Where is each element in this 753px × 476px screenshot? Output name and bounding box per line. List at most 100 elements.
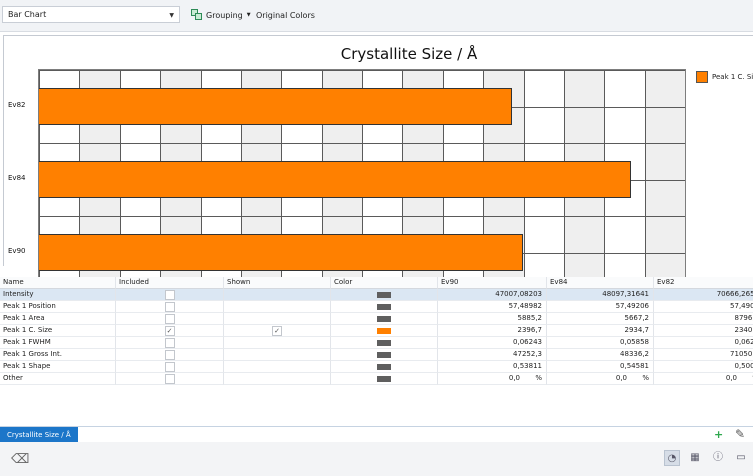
chart-area: Crystallite Size / Å Ev82Ev84Ev90 020040… — [3, 35, 753, 301]
color-swatch[interactable] — [377, 316, 391, 322]
column-header[interactable]: Shown — [224, 277, 331, 289]
color-swatch[interactable] — [377, 364, 391, 370]
included-checkbox[interactable] — [164, 302, 175, 312]
shown-cell — [224, 337, 331, 349]
color-swatch[interactable] — [377, 328, 391, 334]
table-row[interactable]: Peak 1 Area 5885,25667,28796,4 — [0, 313, 753, 325]
bar-ev90[interactable] — [39, 234, 523, 271]
table-row[interactable]: Other0,0%0,0%0,0% — [0, 373, 753, 385]
ev82-value: 0,0% — [654, 373, 753, 385]
plus-icon[interactable]: + — [714, 429, 723, 440]
table-row[interactable]: Peak 1 Shape 0,538110,545810,5003 — [0, 361, 753, 373]
included-cell — [116, 349, 224, 361]
legend-swatch — [696, 71, 708, 83]
pencil-icon[interactable]: ✎ — [735, 427, 745, 441]
included-checkbox[interactable] — [164, 290, 175, 300]
included-checkbox[interactable] — [164, 314, 175, 324]
ev90-value: 5885,2 — [438, 313, 547, 325]
ev90-value: 0,06243 — [438, 337, 547, 349]
chart-type-dropdown[interactable]: Bar Chart ▼ — [2, 6, 180, 23]
bar-ev82[interactable] — [39, 88, 512, 125]
table-row[interactable]: Peak 1 Position 57,4898257,4920657,4901 — [0, 301, 753, 313]
ev84-value: 48097,31641 — [547, 289, 654, 301]
y-gridline — [39, 143, 685, 144]
bar-ev84[interactable] — [39, 161, 632, 198]
shown-checkbox[interactable]: ✓ — [272, 326, 282, 336]
included-cell — [116, 301, 224, 313]
row-name: Other — [0, 373, 116, 385]
ev82-value: 70666,2656 — [654, 289, 753, 301]
info-icon[interactable]: ⓘ — [710, 450, 726, 466]
column-header[interactable]: Ev82 — [654, 277, 753, 289]
color-cell — [331, 349, 438, 361]
chart-title: Crystallite Size / Å — [340, 45, 478, 63]
column-header[interactable]: Included — [116, 277, 224, 289]
ev82-value: 71050,8 — [654, 349, 753, 361]
column-header[interactable]: Name — [0, 277, 116, 289]
chevron-down-icon: ▼ — [169, 12, 174, 19]
ev84-value: 0,0% — [547, 373, 654, 385]
chart-type-value: Bar Chart — [8, 10, 47, 19]
shown-cell: ✓ — [224, 325, 331, 337]
color-swatch[interactable] — [377, 376, 391, 382]
monitor-icon[interactable]: ▭ — [733, 450, 749, 466]
row-name: Peak 1 C. Size — [0, 325, 116, 337]
ev90-value: 57,48982 — [438, 301, 547, 313]
color-cell — [331, 337, 438, 349]
color-cell — [331, 289, 438, 301]
ev82-value: 57,4901 — [654, 301, 753, 313]
ev84-value: 0,05858 — [547, 337, 654, 349]
shown-cell — [224, 373, 331, 385]
ev82-value: 0,5003 — [654, 361, 753, 373]
x-gridline — [685, 70, 686, 289]
ev82-value: 2340,7 — [654, 325, 753, 337]
ev90-value: 2396,7 — [438, 325, 547, 337]
row-name: Peak 1 Gross Int. — [0, 349, 116, 361]
table-row[interactable]: Peak 1 Gross Int. 47252,348336,271050,8 — [0, 349, 753, 361]
color-swatch[interactable] — [377, 292, 391, 298]
color-swatch[interactable] — [377, 352, 391, 358]
shown-cell — [224, 361, 331, 373]
included-cell — [116, 289, 224, 301]
y-tick-label: Ev90 — [8, 246, 26, 255]
included-checkbox[interactable] — [164, 350, 175, 360]
row-name: Peak 1 Shape — [0, 361, 116, 373]
ev82-value: 0,0629 — [654, 337, 753, 349]
table-row[interactable]: Peak 1 C. Size ✓ ✓ 2396,72934,72340,7 — [0, 325, 753, 337]
tab-bar: Crystallite Size / Å + ✎ — [0, 426, 753, 443]
column-header[interactable]: Color — [331, 277, 438, 289]
group-icon — [191, 9, 203, 21]
chart-legend: Peak 1 C. Size — [696, 71, 753, 83]
shown-cell — [224, 289, 331, 301]
original-colors-button[interactable]: Original Colors — [256, 11, 315, 20]
included-cell — [116, 361, 224, 373]
grouping-label: Grouping — [206, 10, 243, 20]
included-checkbox[interactable] — [164, 338, 175, 348]
color-cell — [331, 373, 438, 385]
grouping-button[interactable]: Grouping ▼ — [191, 6, 251, 24]
color-swatch[interactable] — [377, 304, 391, 310]
column-header[interactable]: Ev84 — [547, 277, 654, 289]
included-checkbox[interactable] — [164, 374, 175, 384]
y-tick-label: Ev82 — [8, 100, 26, 109]
color-cell — [331, 313, 438, 325]
eraser-icon[interactable]: ⌫ — [11, 452, 29, 467]
included-cell — [116, 337, 224, 349]
included-cell — [116, 313, 224, 325]
table-header: Name Included Shown Color Ev90 Ev84 Ev82 — [0, 277, 753, 289]
table-view-icon[interactable]: ▦ — [687, 450, 703, 466]
shown-cell — [224, 313, 331, 325]
included-cell: ✓ — [116, 325, 224, 337]
color-cell — [331, 325, 438, 337]
table-row[interactable]: Intensity 47007,0820348097,3164170666,265… — [0, 289, 753, 301]
color-swatch[interactable] — [377, 340, 391, 346]
column-header[interactable]: Ev90 — [438, 277, 547, 289]
chart-view-icon[interactable]: ◔ — [664, 450, 680, 466]
color-cell — [331, 361, 438, 373]
tab-crystallite-size[interactable]: Crystallite Size / Å — [0, 427, 78, 443]
ev84-value: 5667,2 — [547, 313, 654, 325]
included-checkbox[interactable] — [164, 362, 175, 372]
included-checkbox[interactable]: ✓ — [164, 326, 175, 336]
table-row[interactable]: Peak 1 FWHM 0,062430,058580,0629 — [0, 337, 753, 349]
shown-cell — [224, 301, 331, 313]
